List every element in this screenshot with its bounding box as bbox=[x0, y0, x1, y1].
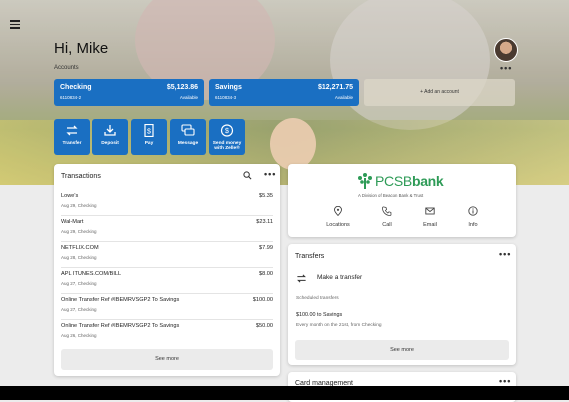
menu-icon[interactable] bbox=[10, 18, 20, 31]
deposit-icon bbox=[104, 125, 116, 136]
add-account-button[interactable]: + Add an account bbox=[364, 79, 515, 106]
scheduled-transfers-label: Scheduled transfers bbox=[296, 296, 339, 301]
transfers-card: Transfers ••• Make a transfer Scheduled … bbox=[288, 244, 516, 365]
transaction-date: Aug 27, Checking bbox=[61, 307, 97, 312]
transaction-row[interactable]: Online Transfer Ref #IBEMRVSGP2 To Savin… bbox=[61, 293, 273, 320]
bank-subtitle: A Division of Beacon Bank & Trust bbox=[358, 193, 424, 198]
account-number: 6110834-3 bbox=[215, 95, 237, 100]
transaction-date: Aug 27, Checking bbox=[61, 281, 97, 286]
transaction-date: Aug 28, Checking bbox=[61, 255, 97, 260]
card-management-more-icon[interactable]: ••• bbox=[499, 376, 511, 386]
info-label: Info bbox=[468, 222, 478, 228]
message-icon bbox=[181, 124, 195, 136]
transaction-date: Aug 26, Checking bbox=[61, 333, 97, 338]
account-tile-checking[interactable]: Checking $5,123.86 6110834-2 Available bbox=[54, 79, 204, 106]
transaction-row[interactable]: Online Transfer Ref #IBEMRVSGP2 To Savin… bbox=[61, 319, 273, 345]
transaction-date: Aug 29, Checking bbox=[61, 229, 97, 234]
svg-text:$: $ bbox=[147, 129, 151, 136]
transaction-amount: $23.11 bbox=[256, 219, 273, 225]
transaction-amount: $5.35 bbox=[259, 193, 273, 199]
location-icon bbox=[334, 206, 342, 216]
make-transfer-label: Make a transfer bbox=[317, 274, 363, 281]
transaction-amount: $7.99 bbox=[259, 245, 273, 251]
email-button[interactable]: Email bbox=[410, 206, 450, 228]
account-available-label: Available bbox=[179, 95, 198, 100]
mail-icon bbox=[425, 207, 435, 215]
transfer-button[interactable]: Transfer bbox=[54, 119, 90, 155]
transaction-amount: $8.00 bbox=[259, 271, 273, 277]
transfer-icon bbox=[66, 125, 78, 136]
transactions-card: Transactions ••• Lowe's Aug 29, Checking… bbox=[54, 164, 280, 376]
transactions-title: Transactions bbox=[61, 173, 101, 180]
scheduled-transfer-detail: Every month on the 21st, from Checking bbox=[296, 323, 382, 328]
email-label: Email bbox=[423, 222, 437, 228]
transaction-description: Lowe's bbox=[61, 193, 79, 199]
deposit-label: Deposit bbox=[101, 141, 119, 146]
phone-icon bbox=[382, 206, 392, 216]
transaction-description: Online Transfer Ref #IBEMRVSGP2 To Savin… bbox=[61, 323, 180, 329]
greeting: Hi, Mike bbox=[54, 40, 109, 57]
bank-name: PCSBbank bbox=[375, 173, 444, 189]
locations-label: Locations bbox=[326, 222, 350, 228]
accounts-more-icon[interactable]: ••• bbox=[500, 63, 512, 73]
transaction-description: Wal-Mart bbox=[61, 219, 84, 225]
account-available-label: Available bbox=[334, 95, 353, 100]
transfer-label: Transfer bbox=[62, 141, 82, 146]
transaction-description: NETFLIX.COM bbox=[61, 245, 99, 251]
transfers-see-more-button[interactable]: See more bbox=[295, 340, 509, 360]
transaction-amount: $100.00 bbox=[252, 297, 273, 303]
message-button[interactable]: Message bbox=[170, 119, 206, 155]
call-label: Call bbox=[382, 222, 392, 228]
pay-button[interactable]: $ Pay bbox=[131, 119, 167, 155]
transaction-description: APL ITUNES.COM/BILL bbox=[61, 271, 122, 277]
account-name: Checking bbox=[60, 84, 92, 91]
tree-logo-icon bbox=[358, 173, 372, 189]
message-label: Message bbox=[177, 141, 199, 146]
call-button[interactable]: Call bbox=[367, 206, 407, 228]
pay-icon: $ bbox=[144, 124, 154, 137]
pay-label: Pay bbox=[144, 141, 154, 146]
account-tile-savings[interactable]: Savings $12,271.75 6110834-3 Available bbox=[209, 79, 359, 106]
account-number: 6110834-2 bbox=[60, 95, 82, 100]
locations-button[interactable]: Locations bbox=[318, 206, 358, 228]
zelle-label: Send money with Zelle® bbox=[212, 141, 242, 151]
transaction-row[interactable]: APL ITUNES.COM/BILL Aug 27, Checking $8.… bbox=[61, 267, 273, 294]
transaction-description: Online Transfer Ref #IBEMRVSGP2 To Savin… bbox=[61, 297, 180, 303]
transaction-row[interactable]: NETFLIX.COM Aug 28, Checking $7.99 bbox=[61, 241, 273, 268]
zelle-button[interactable]: $ Send money with Zelle® bbox=[209, 119, 245, 155]
info-button[interactable]: Info bbox=[453, 206, 493, 228]
transfer-icon bbox=[297, 274, 306, 283]
transfers-title: Transfers bbox=[295, 253, 325, 260]
avatar[interactable] bbox=[494, 38, 518, 62]
transactions-see-more-button[interactable]: See more bbox=[61, 349, 273, 370]
account-balance: $12,271.75 bbox=[317, 84, 353, 91]
transfers-more-icon[interactable]: ••• bbox=[499, 249, 511, 259]
scheduled-transfer-amount[interactable]: $100.00 to Savings bbox=[296, 312, 342, 318]
svg-text:$: $ bbox=[225, 128, 229, 135]
search-icon[interactable] bbox=[243, 171, 252, 180]
transaction-row[interactable]: Lowe's Aug 29, Checking $5.35 bbox=[61, 189, 273, 216]
account-name: Savings bbox=[215, 84, 242, 91]
transaction-row[interactable]: Wal-Mart Aug 29, Checking $23.11 bbox=[61, 215, 273, 242]
transactions-more-icon[interactable]: ••• bbox=[264, 169, 276, 179]
account-balance: $5,123.86 bbox=[166, 84, 198, 91]
accounts-label: Accounts bbox=[54, 65, 79, 71]
zelle-icon: $ bbox=[220, 124, 234, 137]
system-navigation-bar bbox=[0, 386, 569, 400]
info-icon bbox=[468, 206, 478, 216]
transaction-amount: $50.00 bbox=[255, 323, 273, 329]
transaction-date: Aug 29, Checking bbox=[61, 203, 97, 208]
deposit-button[interactable]: Deposit bbox=[92, 119, 128, 155]
